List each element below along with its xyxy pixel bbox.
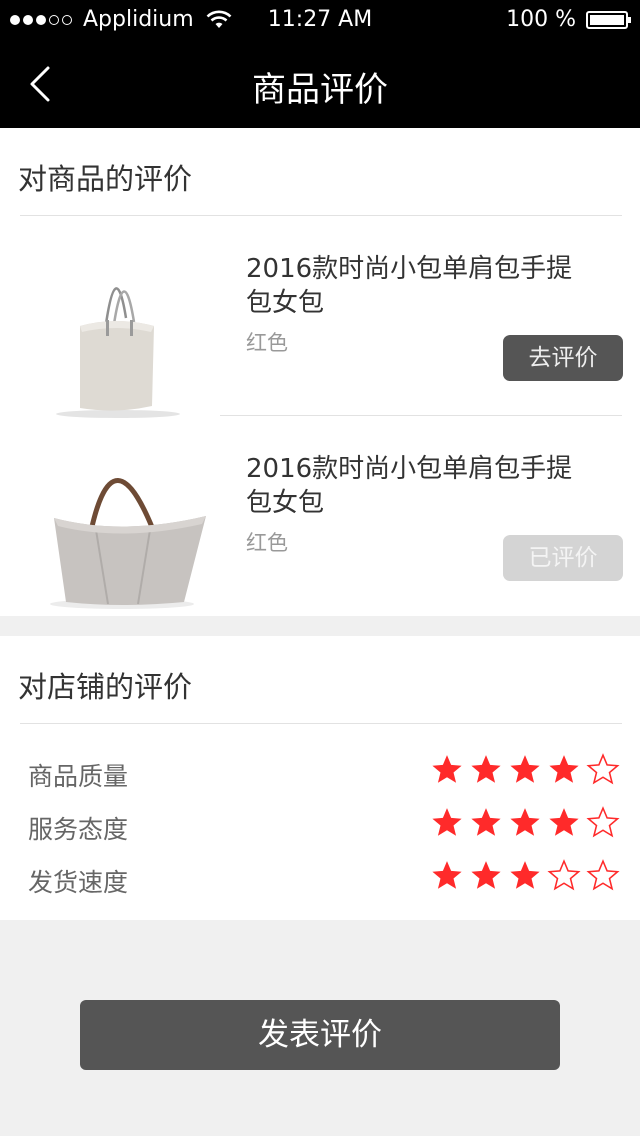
battery-percent: 100 %: [506, 7, 576, 32]
star-filled-icon[interactable]: [469, 806, 503, 840]
rating-row-quality: 商品质量: [0, 749, 640, 799]
page-title: 商品评价: [252, 70, 388, 110]
product-color: 红色: [246, 331, 288, 355]
rating-label: 发货速度: [28, 868, 129, 897]
star-rating[interactable]: [425, 806, 620, 840]
star-empty-icon[interactable]: [586, 859, 620, 893]
rating-row-service: 服务态度: [0, 802, 640, 852]
star-filled-icon[interactable]: [508, 753, 542, 787]
star-filled-icon[interactable]: [508, 806, 542, 840]
review-product-button[interactable]: 去评价: [503, 335, 623, 381]
rating-label: 服务态度: [28, 815, 129, 844]
star-filled-icon[interactable]: [547, 753, 581, 787]
status-right: 100 %: [506, 7, 631, 32]
reviewed-product-button[interactable]: 已评价: [503, 535, 623, 581]
star-filled-icon[interactable]: [469, 753, 503, 787]
star-filled-icon[interactable]: [508, 859, 542, 893]
rating-label: 商品质量: [28, 762, 129, 791]
product-item[interactable]: 2016款时尚小包单肩包手提包女包 红色 去评价: [0, 216, 640, 436]
product-color: 红色: [246, 531, 288, 555]
star-filled-icon[interactable]: [430, 806, 464, 840]
handbag-image: [30, 256, 210, 436]
divider: [20, 723, 622, 724]
product-item[interactable]: 2016款时尚小包单肩包手提包女包 红色 已评价: [0, 416, 640, 616]
battery-icon: [586, 10, 631, 29]
star-filled-icon[interactable]: [430, 753, 464, 787]
star-rating[interactable]: [425, 859, 620, 893]
status-bar: Applidium 11:27 AM 100 %: [0, 0, 640, 40]
nav-bar: 商品评价: [0, 40, 640, 128]
star-filled-icon[interactable]: [469, 859, 503, 893]
shop-review-title: 对店铺的评价: [18, 670, 193, 704]
star-filled-icon[interactable]: [547, 806, 581, 840]
star-empty-icon[interactable]: [586, 753, 620, 787]
star-empty-icon[interactable]: [547, 859, 581, 893]
rating-row-shipping: 发货速度: [0, 855, 640, 905]
shop-review-section: 对店铺的评价 商品质量 服务态度 发货速度: [0, 636, 640, 920]
submit-review-button[interactable]: 发表评价: [80, 1000, 560, 1070]
product-name: 2016款时尚小包单肩包手提包女包: [246, 454, 573, 518]
goods-review-title: 对商品的评价: [18, 162, 193, 196]
star-filled-icon[interactable]: [430, 859, 464, 893]
goods-review-section: 对商品的评价 2016款时尚小包单肩包手提包女包 红色 去评价 2016款时尚小…: [0, 128, 640, 616]
product-name: 2016款时尚小包单肩包手提包女包: [246, 254, 573, 318]
star-rating[interactable]: [425, 753, 620, 787]
star-empty-icon[interactable]: [586, 806, 620, 840]
handbag-image: [30, 428, 210, 614]
